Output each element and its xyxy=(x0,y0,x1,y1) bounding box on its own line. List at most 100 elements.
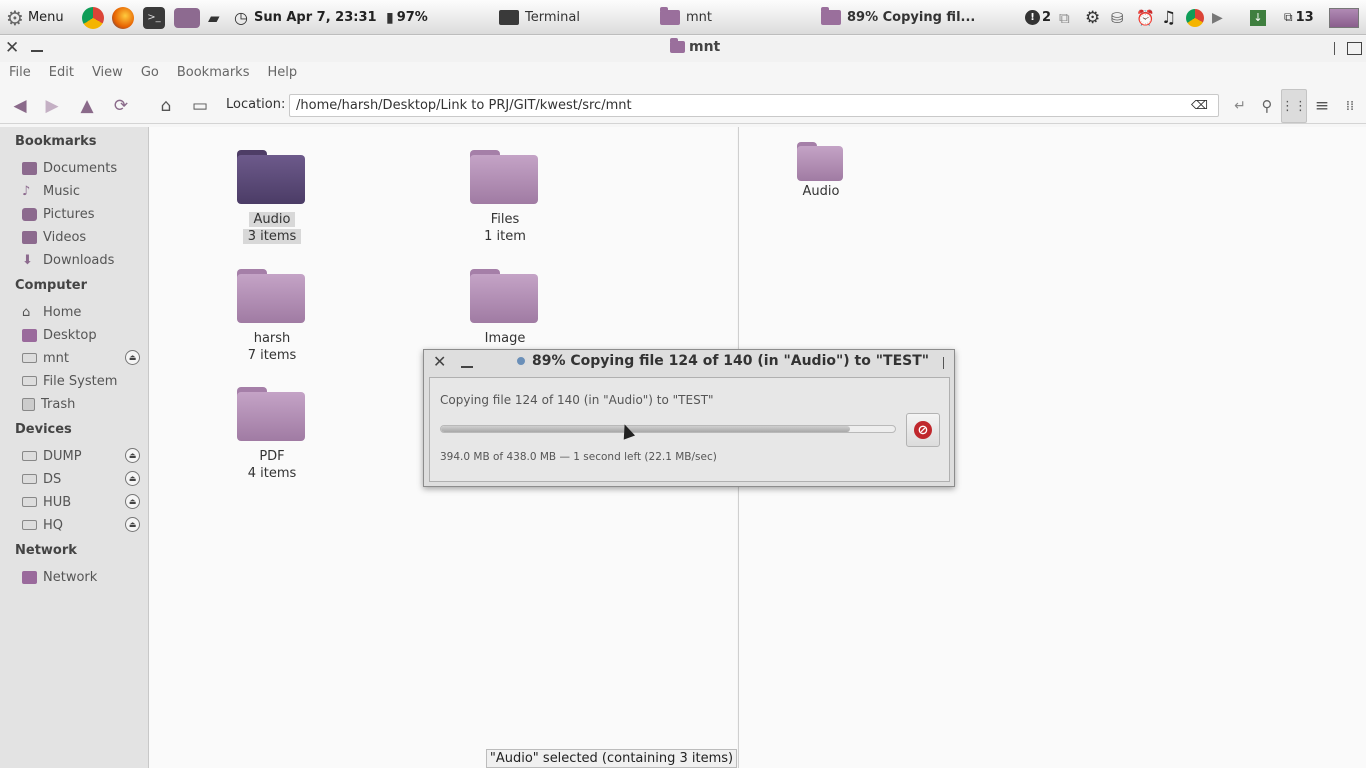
sidebar-item-filesystem[interactable]: File System xyxy=(22,371,117,391)
network-indicator[interactable]: ⧉ xyxy=(1059,0,1070,35)
back-button[interactable]: ◀ xyxy=(8,94,32,118)
eject-icon[interactable]: ⏏ xyxy=(125,350,140,365)
task-copying[interactable]: 89% Copying fil... xyxy=(817,4,975,31)
folder-audio-right[interactable] xyxy=(797,142,845,182)
up-button[interactable]: ▲ xyxy=(75,94,99,118)
sidebar-item-trash[interactable]: Trash xyxy=(22,394,75,414)
minimize-dialog-icon[interactable] xyxy=(461,366,473,368)
sidebar-item-mnt[interactable]: mnt xyxy=(22,348,69,368)
chrome-indicator[interactable] xyxy=(1186,0,1204,35)
desktop-icon xyxy=(22,328,37,342)
alert-indicator[interactable]: ! 2 xyxy=(1025,0,1051,35)
sidebar-item-desktop[interactable]: Desktop xyxy=(22,325,97,345)
folder-files-label[interactable]: Files 1 item xyxy=(445,211,565,245)
close-window-icon[interactable]: ✕ xyxy=(5,38,19,58)
alarm-indicator[interactable]: ⏰ xyxy=(1136,0,1155,35)
sidebar-item-documents[interactable]: Documents xyxy=(22,158,117,178)
sidebar-item-hub[interactable]: HUB xyxy=(22,492,71,512)
sidebar-item-music[interactable]: ♪ Music xyxy=(22,181,80,201)
workspace-indicator[interactable]: ⧉ 13 xyxy=(1284,0,1314,35)
sidebar-item-downloads[interactable]: ⬇ Downloads xyxy=(22,250,114,270)
menu-go[interactable]: Go xyxy=(132,62,168,84)
clock[interactable]: ◷ Sun Apr 7, 23:31 xyxy=(234,0,377,35)
list-view-icon: ≡ xyxy=(1314,96,1330,116)
firefox-launcher[interactable] xyxy=(112,0,134,35)
minimize-window-icon[interactable] xyxy=(31,50,43,52)
sidebar-item-network[interactable]: Network xyxy=(22,567,97,587)
sidebar-section-network: Network xyxy=(15,543,77,558)
sidebar-item-videos[interactable]: Videos xyxy=(22,227,86,247)
task-terminal[interactable]: Terminal xyxy=(495,4,580,31)
sidebar-item-hq[interactable]: HQ xyxy=(22,515,63,535)
terminal-launcher[interactable]: >_ xyxy=(143,0,165,35)
menu-file[interactable]: File xyxy=(0,62,40,84)
menu-button[interactable]: ⚙ Menu xyxy=(6,0,64,35)
maximize-window-icon[interactable] xyxy=(1347,42,1362,55)
folder-image[interactable] xyxy=(470,269,538,323)
media-indicator[interactable]: ▶ xyxy=(1212,0,1223,35)
home-button[interactable]: ⌂ xyxy=(154,94,178,118)
folder-files[interactable] xyxy=(470,150,538,204)
folder-pdf-label[interactable]: PDF 4 items xyxy=(212,448,332,482)
alarm-clock-icon: ⏰ xyxy=(1136,8,1155,27)
folder-harsh[interactable] xyxy=(237,269,305,323)
reload-button[interactable]: ⟳ xyxy=(109,94,133,118)
icon-view-button[interactable]: ⋮⋮ xyxy=(1281,89,1307,123)
menu-help[interactable]: Help xyxy=(258,62,306,84)
show-desktop-button[interactable] xyxy=(1329,0,1359,35)
sidebar-item-home[interactable]: ⌂ Home xyxy=(22,302,81,322)
eject-icon[interactable]: ⏏ xyxy=(125,517,140,532)
search-button[interactable]: ⚲ xyxy=(1255,94,1279,118)
computer-button[interactable]: ▭ xyxy=(188,94,212,118)
window-list-icon: ⧉ xyxy=(1284,10,1293,24)
folder-image-label[interactable]: Image xyxy=(445,330,565,347)
sidebar-item-pictures[interactable]: Pictures xyxy=(22,204,94,224)
compact-view-button[interactable]: ⁞⁞ xyxy=(1338,94,1362,118)
eject-icon[interactable]: ⏏ xyxy=(125,448,140,463)
close-dialog-icon[interactable]: ✕ xyxy=(433,352,446,371)
list-view-button[interactable]: ≡ xyxy=(1310,94,1334,118)
copy-progress-bar xyxy=(440,425,896,433)
menu-edit[interactable]: Edit xyxy=(40,62,83,84)
download-indicator[interactable]: ↓ xyxy=(1250,0,1266,35)
go-button[interactable]: ↵ xyxy=(1228,94,1252,118)
folder-harsh-label[interactable]: harsh 7 items xyxy=(212,330,332,364)
folder-audio[interactable] xyxy=(237,150,305,204)
folder-audio-right-label[interactable]: Audio xyxy=(761,183,881,200)
music-note-icon: ♪ xyxy=(22,183,31,199)
sidebar-item-label: HUB xyxy=(43,494,72,510)
sidebar-item-label: mnt xyxy=(43,350,69,366)
battery-percent: 97% xyxy=(396,10,428,25)
cancel-copy-button[interactable]: ⊘ xyxy=(906,413,940,447)
location-input[interactable]: /home/harsh/Desktop/Link to PRJ/GIT/kwes… xyxy=(289,94,1219,117)
chrome-launcher[interactable] xyxy=(82,0,104,35)
task-mnt[interactable]: mnt xyxy=(656,4,712,31)
location-value: /home/harsh/Desktop/Link to PRJ/GIT/kwes… xyxy=(296,98,632,113)
menu-view[interactable]: View xyxy=(83,62,132,84)
folder-pdf[interactable] xyxy=(237,387,305,441)
network-icon xyxy=(22,570,37,584)
gear-icon: ⚙ xyxy=(1085,7,1101,28)
drive-indicator[interactable]: ⛁ xyxy=(1111,0,1124,35)
cancel-icon: ⊘ xyxy=(914,421,932,439)
sidebar-item-dump[interactable]: DUMP xyxy=(22,446,82,466)
clapper-launcher[interactable]: ▰ xyxy=(208,0,220,35)
folder-audio-label[interactable]: Audio 3 items xyxy=(212,211,332,245)
sidebar-item-ds[interactable]: DS xyxy=(22,469,61,489)
battery-indicator[interactable]: ▮ 97% xyxy=(386,0,428,35)
computer-icon: ▭ xyxy=(191,96,209,116)
drive-icon: ⛁ xyxy=(1111,8,1124,27)
forward-button[interactable]: ▶ xyxy=(40,94,64,118)
drive-icon xyxy=(22,353,37,363)
clear-location-icon[interactable]: ⌫ xyxy=(1191,95,1208,116)
files-launcher[interactable] xyxy=(174,0,200,35)
sidebar-item-label: Pictures xyxy=(43,206,95,222)
sidebar-item-label: File System xyxy=(43,373,118,389)
music-indicator[interactable]: ♫ xyxy=(1161,0,1176,35)
settings-indicator[interactable]: ⚙ xyxy=(1085,0,1100,35)
eject-icon[interactable]: ⏏ xyxy=(125,494,140,509)
terminal-icon: >_ xyxy=(143,6,165,29)
eject-icon[interactable]: ⏏ xyxy=(125,471,140,486)
menu-bookmarks[interactable]: Bookmarks xyxy=(168,62,259,84)
clock-text: Sun Apr 7, 23:31 xyxy=(253,10,377,25)
